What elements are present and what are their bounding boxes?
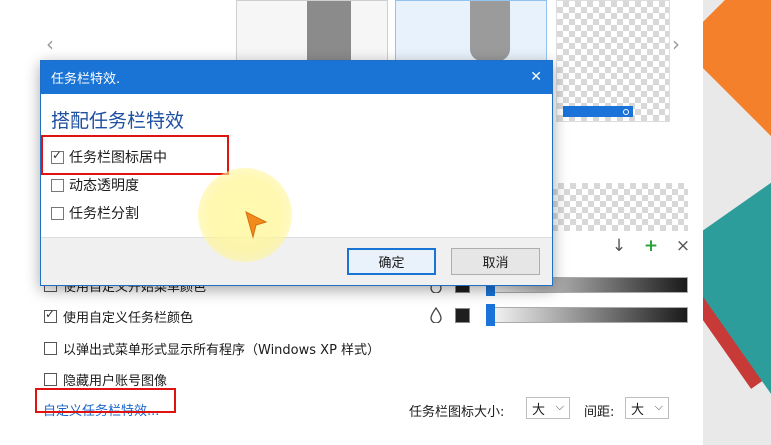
preview-search-bar <box>563 106 633 117</box>
wallpaper-shape-orange <box>691 0 771 152</box>
dialog-title: 任务栏特效. <box>51 72 121 87</box>
spacing-label: 间距: <box>584 405 615 420</box>
download-icon[interactable]: ↓ <box>610 236 628 256</box>
texture-preview-strip <box>552 183 688 231</box>
dialog-footer: 确定 取消 <box>41 237 552 285</box>
taskbar-style-preview-3[interactable] <box>556 0 670 122</box>
select-value: 大 <box>532 402 546 418</box>
dialog-heading: 搭配任务栏特效 <box>51 110 185 132</box>
add-icon[interactable]: + <box>642 236 660 256</box>
checkbox[interactable] <box>44 307 57 323</box>
highlight-box-link <box>35 388 176 413</box>
option-label: 任务栏分割 <box>69 206 139 222</box>
texture-toolbar: ↓ + × <box>610 236 692 256</box>
option-label: 动态透明度 <box>69 178 139 194</box>
preview-thumbnail <box>307 1 351 63</box>
transparency-slider[interactable] <box>486 307 688 323</box>
checkbox[interactable] <box>44 373 57 386</box>
slider-thumb[interactable] <box>486 304 495 326</box>
previous-style-arrow-icon[interactable]: ‹ <box>46 32 54 56</box>
preview-thumbnail <box>470 1 510 61</box>
cancel-button[interactable]: 取消 <box>451 248 540 275</box>
option-row-dynamic-transparency[interactable]: 动态透明度 <box>51 175 139 195</box>
taskbar-style-preview-2[interactable] <box>395 0 547 64</box>
option-label: 使用自定义任务栏颜色 <box>63 311 194 326</box>
taskbar-style-preview-1[interactable] <box>236 0 388 64</box>
option-row-xp-style-menu[interactable]: 以弹出式菜单形式显示所有程序（Windows XP 样式） <box>44 339 380 358</box>
chevron-down-icon: ⌵ <box>555 400 564 413</box>
desktop-wallpaper <box>691 0 771 445</box>
icon-size-select[interactable]: 大 ⌵ <box>526 397 570 419</box>
checkbox[interactable] <box>51 178 64 192</box>
select-value: 大 <box>631 402 645 418</box>
option-row-taskbar-split[interactable]: 任务栏分割 <box>51 203 139 223</box>
checkbox[interactable] <box>51 206 64 220</box>
transparency-drop-icon <box>430 307 442 323</box>
checkbox[interactable] <box>44 342 57 355</box>
next-style-arrow-icon[interactable]: › <box>672 32 680 56</box>
color-swatch[interactable] <box>455 308 470 323</box>
option-label: 隐藏用户账号图像 <box>63 374 168 389</box>
option-row-taskbar-color[interactable]: 使用自定义任务栏颜色 <box>44 307 193 326</box>
close-icon[interactable]: ✕ <box>530 69 542 85</box>
option-label: 以弹出式菜单形式显示所有程序（Windows XP 样式） <box>63 343 381 358</box>
mouse-cursor-icon <box>245 211 268 239</box>
icon-size-label: 任务栏图标大小: <box>409 405 505 420</box>
spacing-select[interactable]: 大 ⌵ <box>625 397 669 419</box>
highlight-box-center-icons <box>41 135 229 175</box>
chevron-down-icon: ⌵ <box>654 400 663 413</box>
option-row-hide-user-image[interactable]: 隐藏用户账号图像 <box>44 370 167 389</box>
dialog-titlebar[interactable]: 任务栏特效. ✕ <box>41 61 552 94</box>
remove-icon[interactable]: × <box>674 236 692 256</box>
ok-button[interactable]: 确定 <box>347 248 436 275</box>
